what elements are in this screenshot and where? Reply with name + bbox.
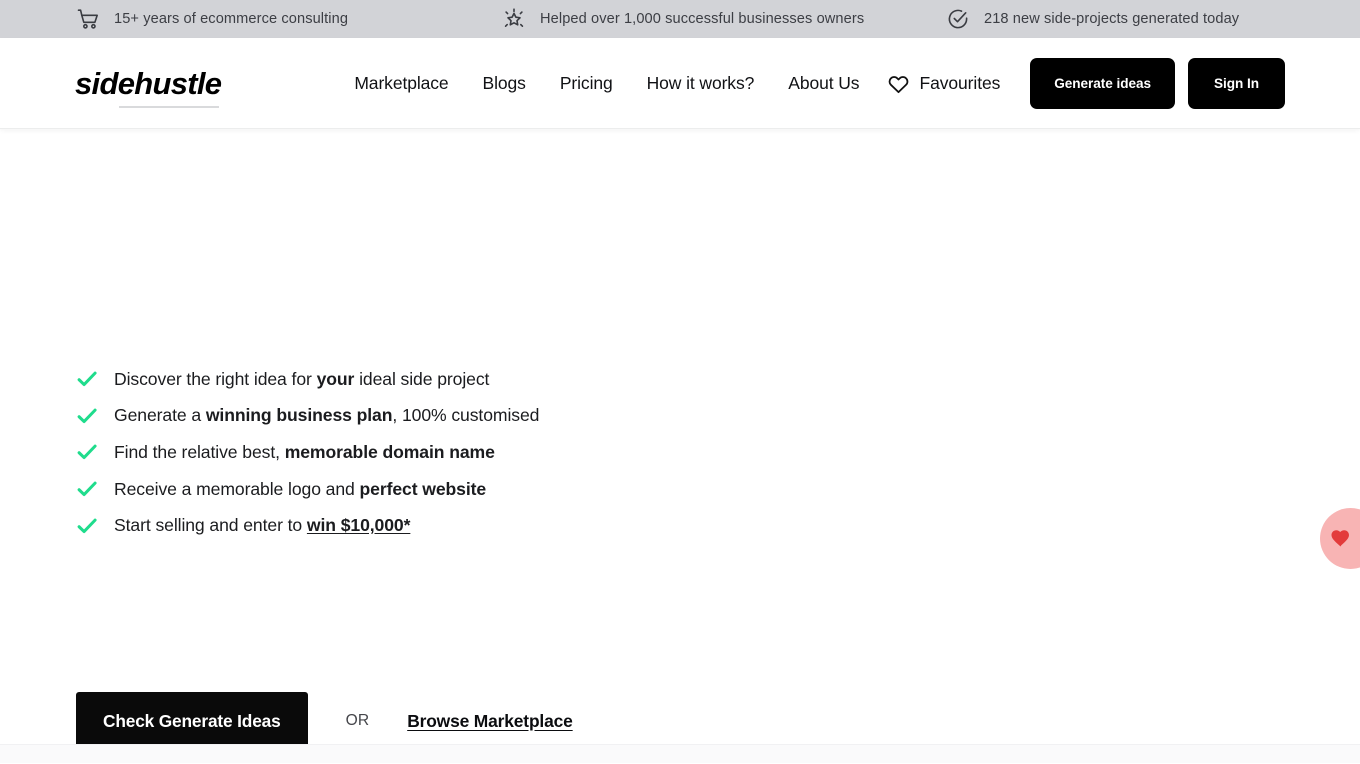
- hero-checklist-item: Start selling and enter to win $10,000*: [76, 507, 539, 544]
- hero-text-pre: Start selling and enter to: [114, 515, 307, 536]
- hero-checklist-text: Find the relative best, memorable domain…: [114, 442, 495, 463]
- announcement-bar: 15+ years of ecommerce consulting Helped…: [0, 0, 1360, 38]
- announcement-item-sideprojects: 218 new side-projects generated today: [916, 7, 1360, 31]
- hero-text-prize-link[interactable]: win $10,000*: [307, 515, 411, 535]
- hero-text-pre: Find the relative best,: [114, 441, 285, 462]
- sign-in-button[interactable]: Sign In: [1188, 57, 1285, 109]
- hero-checklist-item: Generate a winning business plan, 100% c…: [76, 398, 539, 435]
- favourites-label: Favourites: [919, 72, 1001, 93]
- check-generate-ideas-button[interactable]: Check Generate Ideas: [76, 692, 308, 750]
- heart-filled-icon: [1330, 528, 1351, 549]
- nav-item-pricing[interactable]: Pricing: [543, 73, 630, 94]
- announcement-item-text: Helped over 1,000 successful businesses …: [540, 11, 865, 27]
- generate-ideas-button[interactable]: Generate ideas: [1030, 57, 1176, 109]
- check-mark-icon: [76, 405, 98, 427]
- main-navigation: Marketplace Blogs Pricing How it works? …: [337, 73, 876, 94]
- nav-item-marketplace[interactable]: Marketplace: [337, 73, 465, 94]
- hero-checklist-item: Find the relative best, memorable domain…: [76, 434, 539, 471]
- cta-row: Check Generate Ideas OR Browse Marketpla…: [76, 692, 573, 750]
- hero-checklist-item: Receive a memorable logo and perfect web…: [76, 471, 539, 508]
- shopping-cart-icon: [76, 7, 100, 31]
- announcement-item-text: 15+ years of ecommerce consulting: [114, 11, 349, 27]
- hero-text-bold: your: [316, 368, 355, 389]
- hero-checklist-text: Start selling and enter to win $10,000*: [114, 515, 410, 536]
- or-separator-label: OR: [345, 712, 370, 729]
- heart-outline-icon: [886, 71, 911, 96]
- check-circle-icon: [946, 7, 970, 31]
- hero-text-bold: winning business plan: [205, 405, 393, 426]
- nav-item-how-it-works[interactable]: How it works?: [630, 73, 772, 94]
- hero-checklist-text: Generate a winning business plan, 100% c…: [114, 405, 539, 426]
- check-mark-icon: [76, 441, 98, 463]
- hero-checklist-text: Discover the right idea for your ideal s…: [114, 369, 489, 390]
- announcement-bar-inner: 15+ years of ecommerce consulting Helped…: [0, 7, 1360, 31]
- hero-text-bold: memorable domain name: [284, 441, 495, 462]
- announcement-item-text: 218 new side-projects generated today: [984, 11, 1240, 27]
- logo-text-side: side: [75, 65, 135, 101]
- hero-text-bold: perfect website: [359, 478, 487, 499]
- check-mark-icon: [76, 515, 98, 537]
- logo-text-hustle: hustle: [134, 65, 222, 101]
- nav-item-blogs[interactable]: Blogs: [466, 73, 543, 94]
- hero-text-post: ideal side project: [354, 368, 490, 389]
- header-actions: Favourites Generate ideas Sign In: [886, 57, 1285, 109]
- hero-checklist: Discover the right idea for your ideal s…: [76, 361, 539, 544]
- hero-text-pre: Receive a memorable logo and: [114, 478, 360, 499]
- hero-text-pre: Generate a: [114, 405, 206, 426]
- sparkle-star-icon: [502, 7, 526, 31]
- site-header: sidehustle Marketplace Blogs Pricing How…: [0, 38, 1360, 129]
- favourites-button[interactable]: Favourites: [886, 71, 1001, 96]
- announcement-item-businesses: Helped over 1,000 successful businesses …: [490, 7, 916, 31]
- hero-checklist-item: Discover the right idea for your ideal s…: [76, 361, 539, 398]
- check-mark-icon: [76, 478, 98, 500]
- bottom-section-divider: [0, 744, 1360, 763]
- logo[interactable]: sidehustle: [75, 65, 222, 108]
- browse-marketplace-link[interactable]: Browse Marketplace: [407, 711, 573, 732]
- hero-text-post: , 100% customised: [392, 405, 540, 426]
- hero-section: Discover the right idea for your ideal s…: [0, 129, 1360, 763]
- announcement-item-consulting: 15+ years of ecommerce consulting: [0, 7, 490, 31]
- floating-favourites-widget[interactable]: [1320, 508, 1360, 569]
- nav-item-about-us[interactable]: About Us: [771, 73, 876, 94]
- logo-text: sidehustle: [75, 65, 222, 101]
- check-mark-icon: [76, 368, 98, 390]
- hero-checklist-text: Receive a memorable logo and perfect web…: [114, 479, 486, 500]
- hero-text-pre: Discover the right idea for: [114, 368, 317, 389]
- logo-underline: [119, 105, 220, 108]
